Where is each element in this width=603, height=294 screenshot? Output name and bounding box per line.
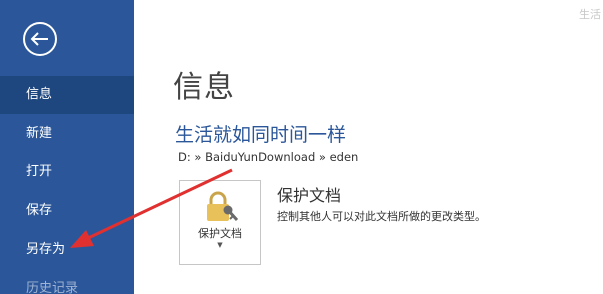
protect-button-label: 保护文档 xyxy=(198,227,242,240)
protect-document-button[interactable]: 保护文档 ▼ xyxy=(179,180,261,265)
sidebar-item-new[interactable]: 新建 xyxy=(0,115,134,153)
document-title: 生活就如同时间一样 xyxy=(175,124,347,146)
protect-section-title: 保护文档 xyxy=(277,186,342,205)
sidebar-item-save[interactable]: 保存 xyxy=(0,192,134,230)
protect-section-description: 控制其他人可以对此文档所做的更改类型。 xyxy=(277,210,486,223)
page-title: 信息 xyxy=(173,70,235,105)
lock-key-icon xyxy=(207,191,238,222)
sidebar-item-info[interactable]: 信息 xyxy=(0,76,134,114)
document-path: D: » BaiduYunDownload » eden xyxy=(178,150,359,164)
sidebar-item-history[interactable]: 历史记录 xyxy=(0,270,134,294)
sidebar-item-save-as[interactable]: 另存为 xyxy=(0,231,134,269)
chevron-down-icon: ▼ xyxy=(217,241,223,249)
backstage-sidebar: 信息 新建 打开 保存 另存为 历史记录 xyxy=(0,0,134,294)
sidebar-item-open[interactable]: 打开 xyxy=(0,153,134,191)
window-title-fragment: 生活 xyxy=(579,8,601,21)
back-arrow-icon[interactable] xyxy=(22,21,58,57)
